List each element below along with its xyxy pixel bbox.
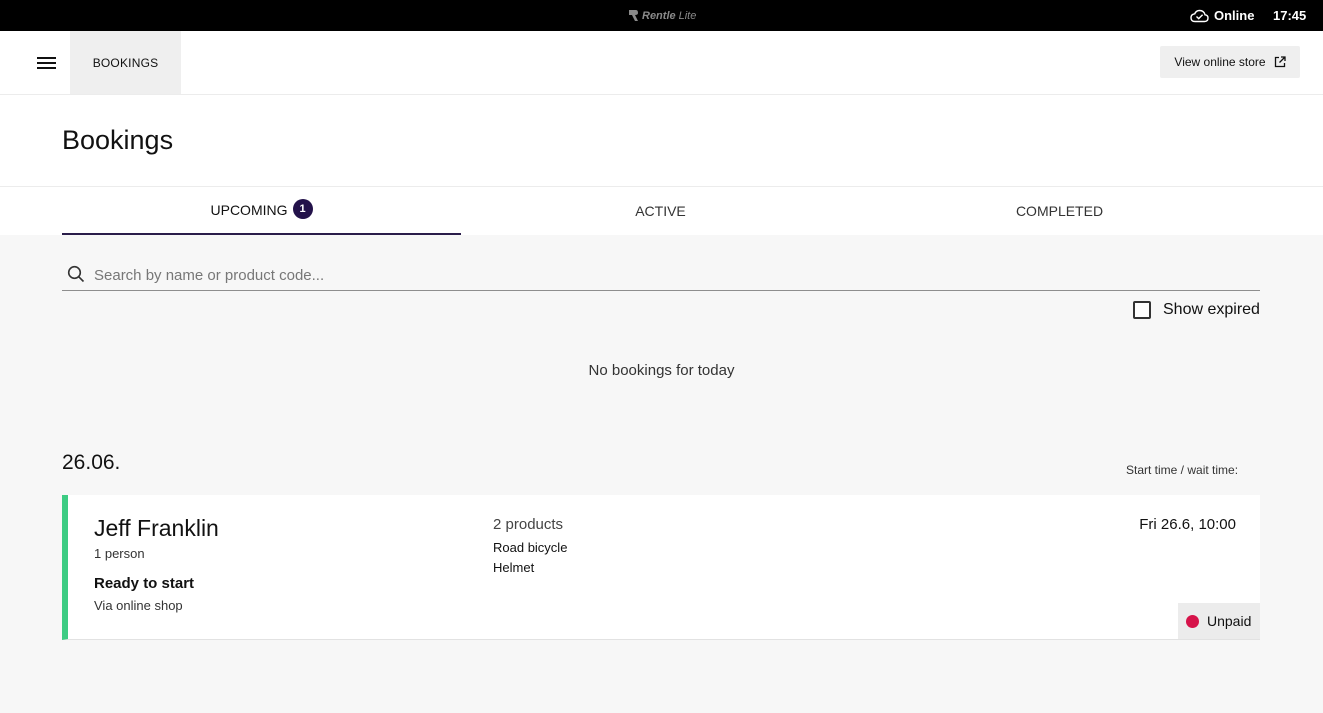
brand-suffix: Lite bbox=[678, 9, 697, 22]
brand-name: Rentle bbox=[642, 9, 676, 22]
search-bar bbox=[62, 260, 1260, 291]
tab-active-label: ACTIVE bbox=[635, 203, 686, 219]
booking-tabs: UPCOMING 1 ACTIVE COMPLETED bbox=[0, 187, 1323, 235]
page-title: Bookings bbox=[62, 125, 174, 155]
product-count: 2 products bbox=[493, 516, 564, 533]
hamburger-menu-icon bbox=[36, 57, 56, 69]
connection-status-label: Online bbox=[1214, 8, 1255, 23]
person-count: 1 person bbox=[94, 546, 145, 561]
tab-completed[interactable]: COMPLETED bbox=[860, 187, 1259, 235]
start-time: Fri 26.6, 10:00 bbox=[1139, 516, 1236, 533]
show-expired-checkbox[interactable]: Show expired bbox=[1133, 301, 1260, 319]
checkbox-box[interactable] bbox=[1133, 301, 1151, 319]
booking-source: Via online shop bbox=[94, 598, 183, 613]
product-item: Road bicycle bbox=[493, 540, 568, 555]
tab-upcoming-count-badge: 1 bbox=[292, 198, 313, 219]
tab-completed-label: COMPLETED bbox=[1015, 203, 1104, 219]
app-logo: Rentle Lite bbox=[628, 8, 696, 23]
booking-state: Ready to start bbox=[94, 575, 195, 592]
booking-card[interactable]: Jeff Franklin 1 person Ready to start Vi… bbox=[62, 495, 1260, 640]
empty-state-message: No bookings for today bbox=[588, 362, 735, 379]
page-title-area: Bookings bbox=[0, 95, 1323, 187]
cloud-check-icon bbox=[1190, 9, 1209, 22]
search-icon bbox=[64, 262, 88, 286]
view-online-store-button[interactable]: View online store bbox=[1160, 46, 1300, 78]
tab-active[interactable]: ACTIVE bbox=[461, 187, 860, 235]
payment-status-badge: Unpaid bbox=[1178, 603, 1260, 639]
view-online-store-label: View online store bbox=[1174, 55, 1266, 69]
start-time-column-label: Start time / wait time: bbox=[1126, 463, 1239, 477]
date-group-heading: 26.06. bbox=[62, 451, 121, 474]
external-link-icon bbox=[1274, 56, 1286, 68]
tab-upcoming-label: UPCOMING bbox=[210, 202, 288, 218]
product-list: Road bicycle Helmet bbox=[493, 538, 567, 578]
customer-name: Jeff Franklin bbox=[94, 515, 219, 541]
nav-tab-bookings[interactable]: BOOKINGS bbox=[70, 31, 181, 94]
rentle-logo-icon bbox=[629, 10, 638, 21]
search-input[interactable] bbox=[94, 261, 1194, 289]
clock: 17:45 bbox=[1273, 8, 1307, 23]
show-expired-label: Show expired bbox=[1163, 301, 1260, 318]
product-item: Helmet bbox=[493, 560, 535, 575]
payment-status-label: Unpaid bbox=[1207, 613, 1252, 629]
app-header: BOOKINGS View online store bbox=[0, 31, 1323, 95]
unpaid-status-dot-icon bbox=[1186, 614, 1199, 628]
connection-status: Online bbox=[1190, 8, 1254, 23]
tab-upcoming[interactable]: UPCOMING 1 bbox=[62, 187, 461, 235]
menu-button[interactable] bbox=[27, 49, 65, 77]
system-bar: Rentle Lite Online 17:45 bbox=[0, 0, 1323, 31]
